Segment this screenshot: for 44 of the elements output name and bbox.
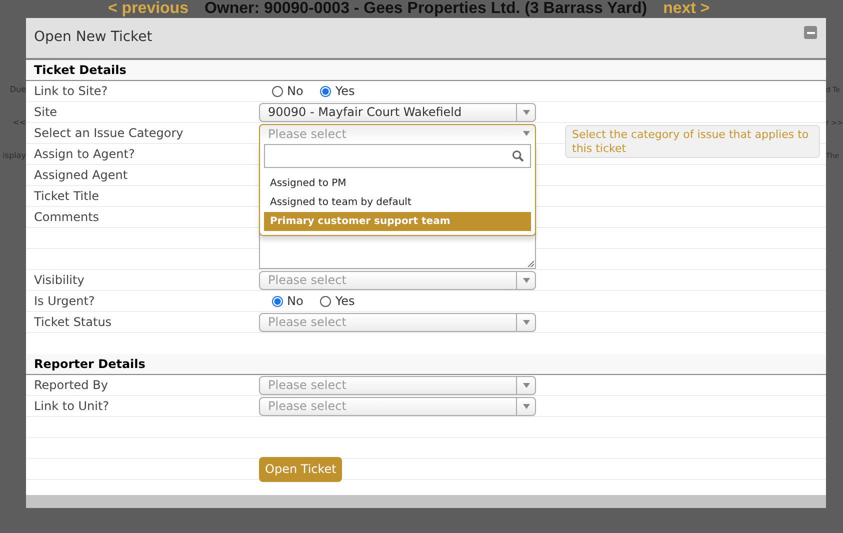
minimize-icon[interactable] — [804, 26, 817, 39]
dropdown-arrow-icon — [522, 110, 530, 114]
field-label: Visibility — [33, 273, 86, 287]
section-title: Reporter Details — [34, 357, 146, 371]
select-field[interactable]: 90090 - Mayfair Court Wakefield — [259, 102, 536, 122]
select-field[interactable]: Please select — [259, 376, 536, 394]
field-label: Is Urgent? — [33, 294, 96, 308]
field-label: Comments — [33, 210, 100, 224]
field-label: Ticket Title — [33, 189, 100, 203]
resize-grip-icon — [527, 260, 534, 267]
select-field[interactable]: Please select — [259, 396, 536, 416]
radio-option[interactable]: No — [272, 84, 304, 98]
dropdown-option[interactable]: Assigned to team by default — [264, 192, 531, 212]
dropdown-option[interactable]: Primary customer support team — [264, 212, 531, 230]
field-label: Assign to Agent? — [33, 147, 136, 161]
field-label: Select an Issue Category — [33, 126, 184, 140]
next-link[interactable]: next > — [663, 0, 710, 17]
select-field[interactable]: Please select — [259, 312, 536, 332]
search-icon — [512, 150, 524, 162]
previous-link[interactable]: < previous — [108, 0, 188, 17]
field-label: Reported By — [33, 378, 109, 392]
field-label: Ticket Status — [33, 315, 113, 329]
field-label: Site — [33, 105, 58, 119]
select-field[interactable]: Please select — [259, 270, 536, 290]
page-heading: Owner: 90090-0003 - Gees Properties Ltd. (3 Barrass Yard) — [204, 0, 648, 17]
open-ticket-button[interactable]: Open Ticket — [259, 456, 342, 482]
field-label: Assigned Agent — [33, 168, 129, 182]
background-text: << — [12, 117, 26, 129]
select-field[interactable]: Please select — [259, 124, 536, 142]
radio-option[interactable]: Yes — [320, 84, 355, 98]
radio-option[interactable]: Yes — [320, 294, 355, 308]
search-field[interactable] — [264, 144, 531, 168]
hint-tooltip: Select the category of issue that applies to this ticket — [565, 124, 820, 158]
section-title: Ticket Details — [34, 63, 126, 77]
dropdown-arrow-icon — [522, 404, 530, 408]
field-label: Link to Unit? — [33, 399, 110, 413]
field-label: Link to Site? — [33, 84, 109, 98]
dropdown-arrow-icon — [522, 278, 530, 282]
dialog-title: Open New Ticket — [34, 29, 152, 45]
dropdown-arrow-icon — [522, 382, 530, 388]
dropdown-arrow-icon — [522, 320, 530, 324]
dropdown-option[interactable]: Assigned to PM — [264, 174, 531, 192]
radio-option[interactable]: No — [272, 294, 304, 308]
dropdown-arrow-icon — [522, 131, 530, 136]
